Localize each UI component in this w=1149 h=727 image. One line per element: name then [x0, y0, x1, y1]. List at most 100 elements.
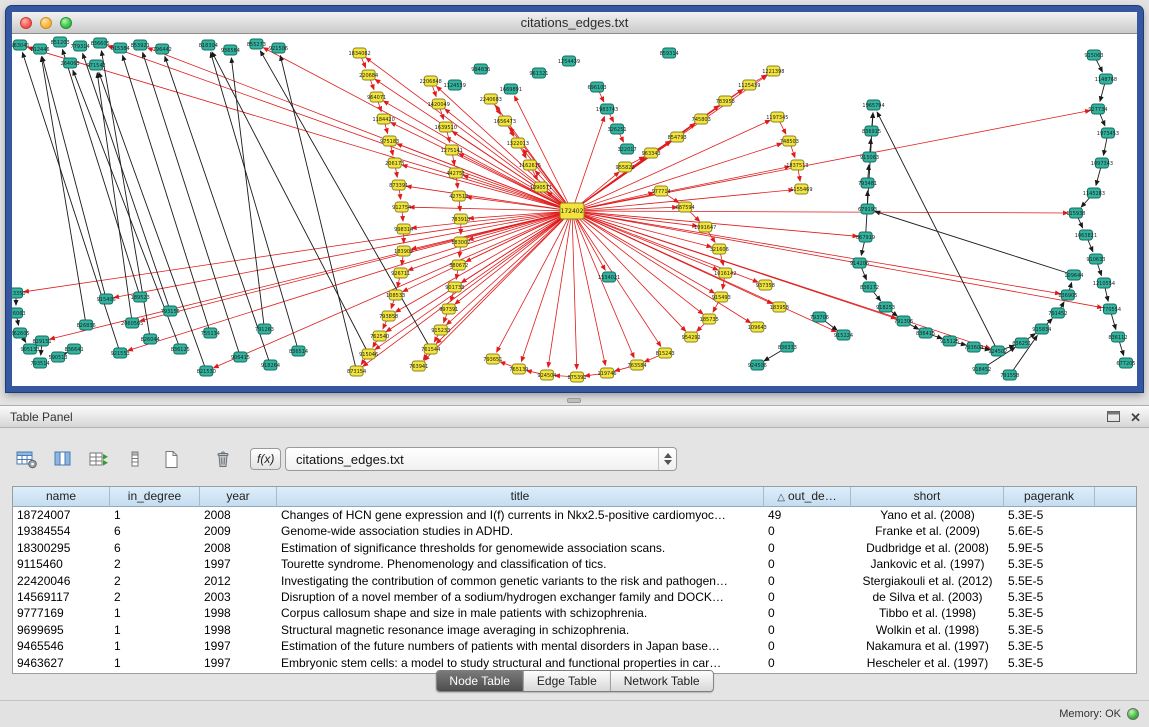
network-node[interactable]: 115938: [1066, 208, 1085, 218]
network-node[interactable]: 963041: [12, 40, 30, 50]
network-node[interactable]: 918253: [876, 302, 895, 312]
network-node[interactable]: 836333: [778, 342, 797, 352]
network-node[interactable]: 910633: [1086, 254, 1105, 264]
network-node[interactable]: 793604: [964, 342, 983, 352]
network-node[interactable]: 183902: [394, 246, 413, 256]
network-node[interactable]: 836514: [289, 346, 308, 356]
table-row[interactable]: 911546021997Tourette syndrome. Phenomeno…: [13, 556, 1136, 572]
network-node[interactable]: 109644: [1064, 270, 1083, 280]
network-node[interactable]: 1322013: [507, 138, 529, 148]
close-button[interactable]: [20, 17, 32, 29]
network-node[interactable]: 1125439: [738, 80, 760, 90]
network-node[interactable]: 1770554: [1099, 304, 1121, 314]
table-row[interactable]: 969969511998Structural magnetic resonanc…: [13, 622, 1136, 638]
function-builder-button[interactable]: f(x): [250, 448, 281, 470]
network-node[interactable]: 1162615: [519, 160, 541, 170]
network-node[interactable]: 915233: [431, 325, 450, 335]
network-node[interactable]: 964071: [367, 92, 386, 102]
network-node[interactable]: 936584: [221, 45, 240, 55]
network-node[interactable]: 185735: [700, 314, 719, 324]
network-node[interactable]: 791263: [255, 324, 274, 334]
network-node[interactable]: 921553: [111, 348, 130, 358]
network-node[interactable]: 1063821: [1075, 230, 1097, 240]
network-node[interactable]: 873154: [347, 366, 366, 376]
network-node[interactable]: 836915: [862, 126, 881, 136]
minimize-button[interactable]: [40, 17, 52, 29]
network-node[interactable]: 994836: [471, 64, 490, 74]
column-header-title[interactable]: title: [277, 487, 764, 507]
network-node[interactable]: 927734: [1088, 104, 1107, 114]
network-node[interactable]: 915834: [1032, 324, 1051, 334]
network-node[interactable]: 918264: [261, 360, 280, 370]
network-node[interactable]: 791558: [1000, 370, 1019, 380]
network-node[interactable]: 1669891: [500, 84, 522, 94]
network-node[interactable]: 906415: [231, 352, 250, 362]
column-header-pagerank[interactable]: pagerank: [1004, 487, 1095, 507]
network-node[interactable]: 955822: [616, 162, 635, 172]
network-node[interactable]: 763584: [628, 360, 647, 370]
network-node[interactable]: 815243: [656, 348, 675, 358]
network-node[interactable]: 791306: [894, 316, 913, 326]
network-node[interactable]: 826044: [141, 334, 160, 344]
network-node[interactable]: 912754: [392, 202, 411, 212]
splitter-handle[interactable]: [567, 398, 581, 403]
network-node[interactable]: 912446: [30, 44, 49, 54]
network-node[interactable]: 826063: [12, 308, 26, 318]
network-node[interactable]: 854793: [668, 132, 687, 142]
tab-network-table[interactable]: Network Table: [610, 671, 713, 691]
window-title-bar[interactable]: citations_edges.txt: [12, 12, 1137, 34]
table-row[interactable]: 946362711997Embryonic stem cells: a mode…: [13, 655, 1136, 671]
table-row[interactable]: 977716911998Corpus callosum shape and si…: [13, 605, 1136, 621]
network-node[interactable]: 321606: [710, 244, 729, 254]
network-node[interactable]: 793514: [30, 358, 49, 368]
network-node[interactable]: 763941: [409, 361, 428, 371]
network-node[interactable]: 836125: [171, 344, 190, 354]
network-node[interactable]: 914206: [850, 258, 869, 268]
network-node[interactable]: 322017: [618, 144, 637, 154]
network-node[interactable]: 264063: [61, 58, 80, 68]
network-node[interactable]: 915063: [1084, 50, 1103, 60]
network-canvas[interactable]: 1724021834062220684964071118442097518320…: [12, 35, 1137, 386]
network-node[interactable]: 818304: [199, 40, 218, 50]
network-node[interactable]: 1983743: [596, 104, 618, 114]
close-panel-button[interactable]: ✕: [1130, 411, 1141, 424]
network-node[interactable]: 326251: [608, 124, 627, 134]
column-header-in_degree[interactable]: in_degree: [110, 487, 200, 507]
network-node[interactable]: 867919: [856, 232, 875, 242]
network-node[interactable]: 836112: [1108, 332, 1127, 342]
network-node[interactable]: 998314: [394, 224, 413, 234]
network-node[interactable]: 108533: [386, 290, 405, 300]
network-node[interactable]: 755134: [201, 328, 220, 338]
network-node[interactable]: 1534021: [598, 272, 620, 282]
network-node[interactable]: 793481: [858, 178, 877, 188]
network-node[interactable]: 745803: [692, 114, 711, 124]
network-node[interactable]: 836641: [65, 344, 84, 354]
network-node[interactable]: 783913: [451, 214, 470, 224]
network-node[interactable]: 926711: [391, 268, 410, 278]
network-node[interactable]: 875391: [567, 372, 586, 382]
network-node[interactable]: 1197345: [766, 112, 788, 122]
network-node[interactable]: 873391: [389, 180, 408, 190]
network-node[interactable]: 915406: [97, 294, 116, 304]
trash-button[interactable]: [210, 446, 236, 472]
network-node[interactable]: 1837513: [786, 160, 808, 170]
column-header-out_de[interactable]: △out_de…: [764, 487, 851, 507]
network-node[interactable]: 924504: [537, 370, 556, 380]
network-node[interactable]: 793858: [379, 311, 398, 321]
network-node[interactable]: 2206848: [420, 76, 442, 86]
new-document-button[interactable]: [158, 446, 184, 472]
table-mode-button[interactable]: [14, 446, 40, 472]
network-node[interactable]: 1656473: [494, 116, 516, 126]
network-node[interactable]: 851203: [51, 37, 70, 47]
network-node[interactable]: 1639510: [435, 122, 457, 132]
network-node[interactable]: 696103: [587, 82, 606, 92]
network-node[interactable]: 836415: [916, 328, 935, 338]
network-node[interactable]: 380672: [449, 260, 468, 270]
network-node[interactable]: 1145283: [1083, 188, 1105, 198]
network-node[interactable]: 1965794: [862, 100, 884, 110]
network-node[interactable]: 997391: [439, 304, 458, 314]
tab-node-table[interactable]: Node Table: [436, 671, 523, 691]
network-node[interactable]: 915063: [860, 152, 879, 162]
network-node[interactable]: 918452: [972, 364, 991, 374]
network-node[interactable]: 915493: [712, 292, 731, 302]
